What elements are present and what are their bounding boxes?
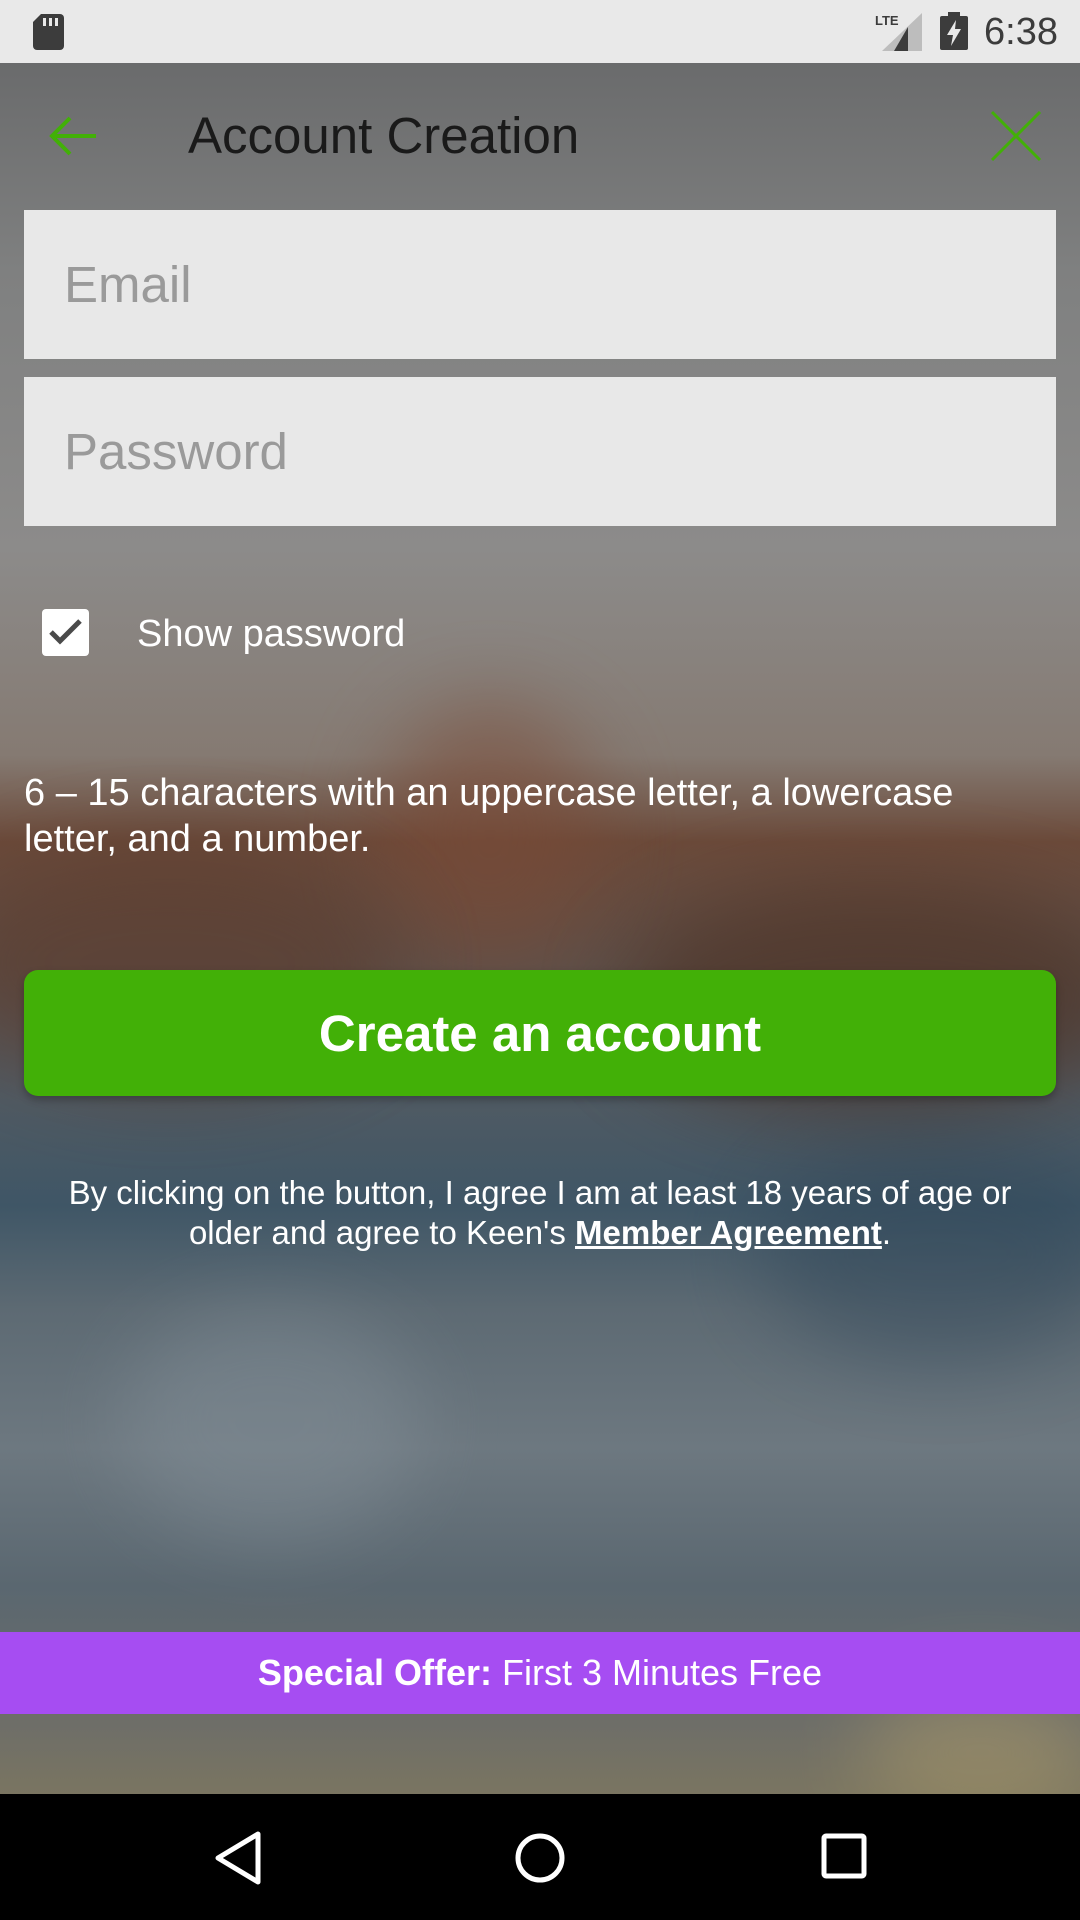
member-agreement-link[interactable]: Member Agreement bbox=[575, 1214, 882, 1251]
special-offer-banner[interactable]: Special Offer: First 3 Minutes Free bbox=[0, 1632, 1080, 1714]
nav-recent-apps-icon[interactable] bbox=[820, 1832, 868, 1880]
agreement-text: By clicking on the button, I agree I am … bbox=[40, 1173, 1040, 1253]
nav-back-icon[interactable] bbox=[212, 1830, 264, 1886]
battery-charging-icon bbox=[940, 12, 968, 50]
system-nav-bar bbox=[0, 1794, 1080, 1920]
create-account-button[interactable]: Create an account bbox=[24, 970, 1056, 1096]
password-hint: 6 – 15 characters with an uppercase lett… bbox=[24, 772, 954, 860]
offer-text: First 3 Minutes Free bbox=[502, 1652, 823, 1693]
lte-label: LTE bbox=[875, 13, 899, 28]
close-icon[interactable] bbox=[986, 106, 1046, 166]
arrow-left-icon[interactable] bbox=[40, 106, 106, 166]
sd-card-icon bbox=[33, 14, 64, 50]
status-time: 6:38 bbox=[984, 11, 1058, 53]
checkmark-icon bbox=[49, 619, 82, 645]
page-title: Account Creation bbox=[188, 107, 580, 164]
nav-home-icon[interactable] bbox=[514, 1830, 566, 1886]
agreement-suffix: . bbox=[881, 1214, 892, 1251]
lte-signal-icon: LTE bbox=[875, 13, 922, 51]
offer-label: Special Offer: bbox=[257, 1652, 492, 1693]
show-password-label[interactable]: Show password bbox=[137, 612, 405, 656]
show-password-checkbox[interactable] bbox=[42, 609, 89, 656]
email-field[interactable] bbox=[24, 210, 1056, 359]
password-field[interactable] bbox=[24, 377, 1056, 526]
status-bar: LTE 6:38 bbox=[0, 0, 1080, 63]
